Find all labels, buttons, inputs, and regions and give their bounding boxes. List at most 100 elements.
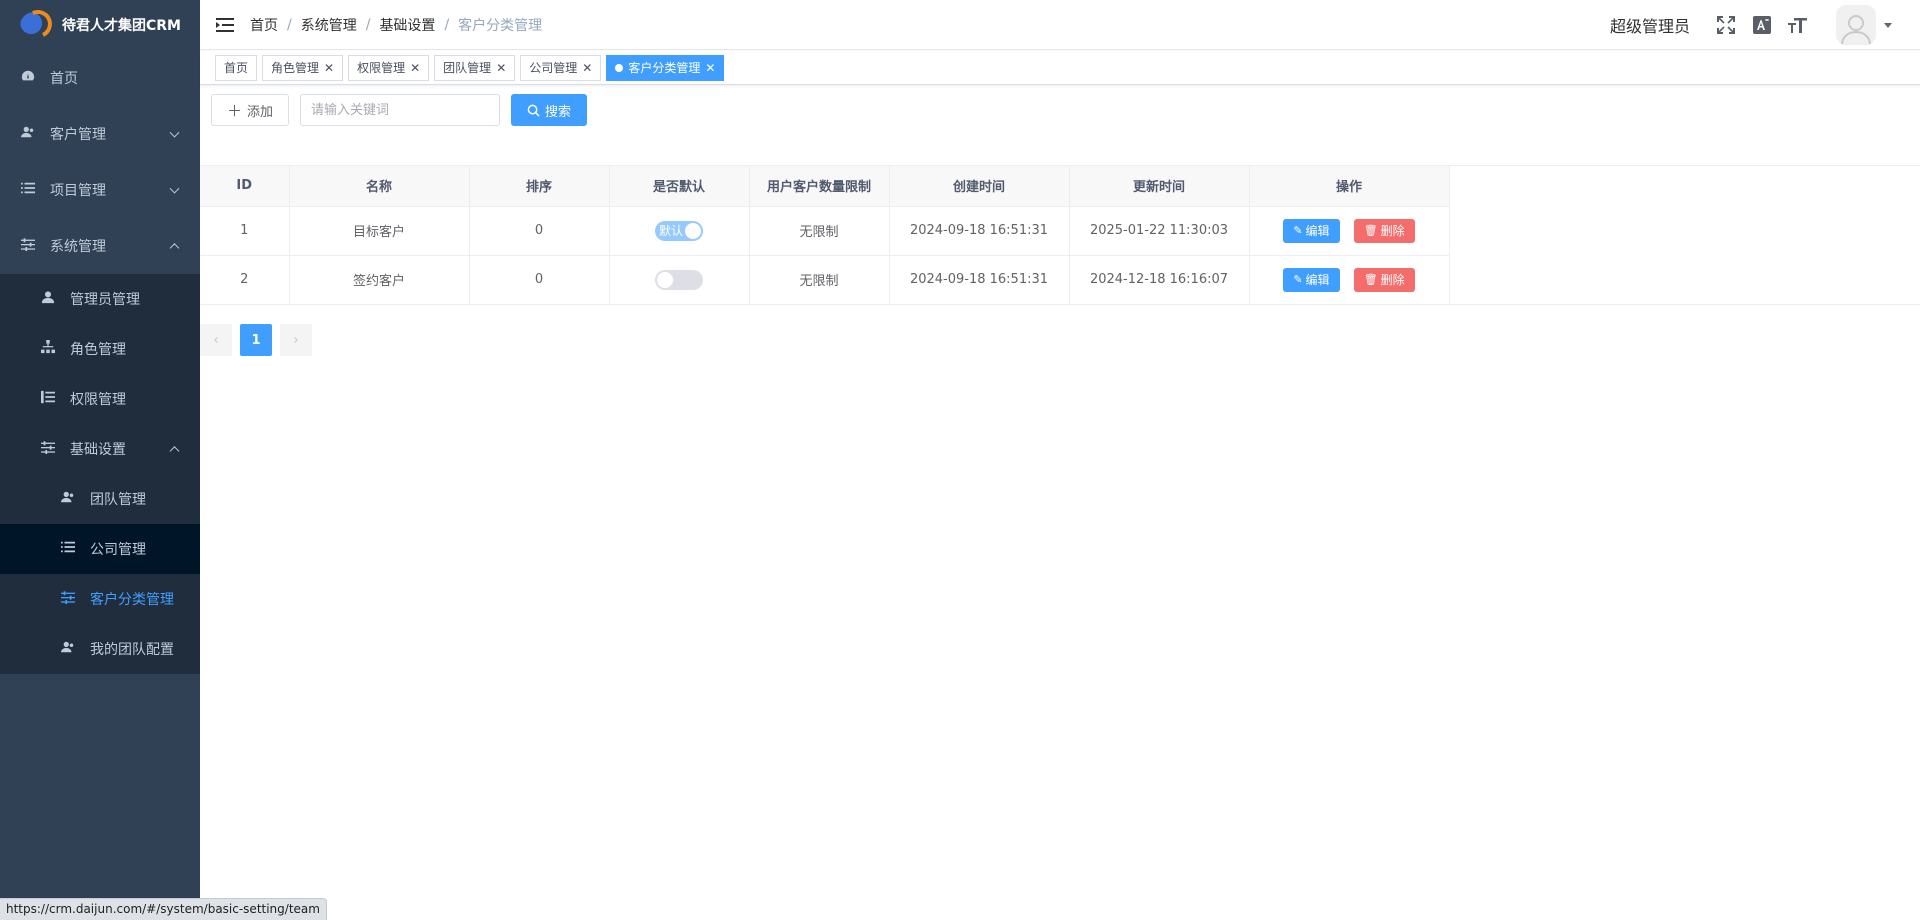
column-header[interactable]: 名称: [289, 166, 470, 207]
header: 首页 / 系统管理 / 基础设置 / 客户分类管理 超级管理员: [200, 0, 1920, 50]
table-row: 1 目标客户 0 默认 无限制 2024-09-18 16:51:31 2025…: [200, 206, 1450, 256]
tag-label: 客户分类管理: [628, 60, 701, 75]
breadcrumb-item[interactable]: 基础设置: [379, 15, 435, 35]
cell-actions: ✎ 编辑 🗑 删除: [1249, 255, 1450, 304]
customers-icon: [20, 125, 36, 143]
caret-down-icon[interactable]: [1884, 22, 1892, 28]
tag-permissions[interactable]: 权限管理 ✕: [348, 54, 430, 81]
close-icon[interactable]: ✕: [324, 56, 334, 80]
close-icon[interactable]: ✕: [410, 56, 420, 80]
sidebar-item-team[interactable]: 团队管理: [0, 474, 200, 524]
sidebar-item-home[interactable]: 首页: [0, 50, 200, 106]
breadcrumb-item[interactable]: 系统管理: [301, 15, 357, 35]
avatar[interactable]: [1836, 5, 1876, 45]
sidebar-item-label: 客户管理: [50, 127, 106, 143]
sidebar-item-admins[interactable]: 管理员管理: [0, 274, 200, 324]
edit-button-label: 编辑: [1305, 224, 1330, 238]
column-header[interactable]: 更新时间: [1069, 166, 1250, 207]
sidebar-item-customers[interactable]: 客户管理: [0, 106, 200, 162]
switch-text: 默认: [659, 223, 684, 238]
column-header[interactable]: 操作: [1249, 166, 1450, 207]
sidebar-item-basic-settings[interactable]: 基础设置: [0, 424, 200, 474]
column-header[interactable]: 用户客户数量限制: [749, 166, 890, 207]
tag-team[interactable]: 团队管理 ✕: [434, 54, 516, 81]
delete-button[interactable]: 🗑 删除: [1353, 218, 1415, 243]
switch-knob: [657, 271, 673, 288]
sidebar-item-label: 客户分类管理: [90, 592, 174, 608]
tree-icon: [40, 340, 56, 358]
breadcrumb-item[interactable]: 首页: [250, 15, 278, 35]
cell-name: 签约客户: [289, 255, 470, 304]
cell-default: 默认: [609, 206, 750, 256]
sidebar-item-permissions[interactable]: 权限管理: [0, 374, 200, 424]
add-button[interactable]: ＋ 添加: [211, 94, 290, 126]
table-row: 2 签约客户 0 无限制 2024-09-18 16:51:31 2024-12…: [200, 255, 1450, 304]
sidebar-item-projects[interactable]: 项目管理: [0, 162, 200, 218]
column-header[interactable]: ID: [200, 166, 290, 207]
column-header[interactable]: 是否默认: [609, 166, 750, 207]
sidebar-item-roles[interactable]: 角色管理: [0, 324, 200, 374]
chevron-down-icon: [169, 127, 180, 138]
close-icon[interactable]: ✕: [582, 56, 592, 80]
hamburger-button[interactable]: [200, 0, 250, 50]
sidebar-item-customer-category[interactable]: 客户分类管理: [0, 574, 200, 624]
prev-page-button[interactable]: ‹: [200, 324, 232, 356]
pagination: ‹ 1 ›: [200, 324, 320, 356]
close-icon[interactable]: ✕: [705, 56, 715, 80]
cell-limit: 无限制: [749, 206, 890, 256]
search-button-label: 搜索: [545, 104, 572, 120]
sidebar-item-label: 系统管理: [50, 239, 106, 255]
edit-button[interactable]: ✎ 编辑: [1283, 267, 1340, 292]
cell-id: 2: [200, 255, 290, 304]
column-header[interactable]: 排序: [469, 166, 610, 207]
chevron-down-icon: [169, 183, 180, 194]
team-icon: [60, 490, 76, 508]
sidebar-item-company[interactable]: 公司管理: [0, 524, 200, 574]
edit-icon: ✎: [1293, 224, 1303, 237]
user-avatar-icon: [1841, 15, 1871, 45]
list-icon: [20, 181, 36, 199]
sliders-icon: [20, 237, 36, 255]
logo-icon: [18, 6, 56, 42]
fullscreen-icon[interactable]: [1716, 15, 1736, 35]
translate-icon[interactable]: [1752, 15, 1772, 35]
sidebar-item-system[interactable]: 系统管理: [0, 218, 200, 274]
cell-id: 1: [200, 206, 290, 256]
team-icon: [60, 640, 76, 658]
tag-label: 角色管理: [271, 60, 320, 75]
tag-label: 权限管理: [357, 60, 406, 75]
permission-icon: [40, 390, 56, 408]
basic-settings-submenu: 团队管理 公司管理 客户分类管理 我的团队配置: [0, 474, 200, 674]
edit-button-label: 编辑: [1305, 273, 1330, 288]
tag-home[interactable]: 首页: [215, 54, 258, 81]
page-number-current[interactable]: 1: [240, 324, 272, 356]
tag-company[interactable]: 公司管理 ✕: [520, 54, 602, 81]
delete-button[interactable]: 🗑 删除: [1353, 267, 1415, 292]
breadcrumb-separator: /: [444, 16, 450, 33]
dashboard-icon: [20, 69, 36, 87]
breadcrumb-separator: /: [365, 16, 371, 33]
next-page-button[interactable]: ›: [280, 324, 312, 356]
cell-name: 目标客户: [289, 206, 470, 256]
cell-created: 2024-09-18 16:51:31: [889, 255, 1070, 304]
browser-status-url: https://crm.daijun.com/#/system/basic-se…: [0, 898, 327, 920]
default-switch[interactable]: [655, 269, 703, 290]
close-icon[interactable]: ✕: [496, 56, 506, 80]
tag-customer-category[interactable]: 客户分类管理 ✕: [606, 54, 725, 81]
tags-view: 首页 角色管理 ✕ 权限管理 ✕ 团队管理 ✕ 公司管理 ✕ 客户分类管理 ✕: [200, 51, 1920, 85]
search-button[interactable]: 搜索: [511, 94, 588, 126]
edit-icon: ✎: [1293, 273, 1303, 287]
username: 超级管理员: [1609, 17, 1690, 36]
app-logo[interactable]: 待君人才集团CRM: [0, 0, 200, 50]
cell-updated: 2024-12-18 16:16:07: [1069, 255, 1250, 304]
sidebar-item-my-team-config[interactable]: 我的团队配置: [0, 624, 200, 674]
sliders-icon: [40, 440, 56, 458]
default-switch[interactable]: 默认: [655, 220, 703, 241]
font-size-icon[interactable]: [1788, 15, 1808, 35]
search-input[interactable]: [300, 94, 501, 126]
tag-roles[interactable]: 角色管理 ✕: [262, 54, 344, 81]
search-icon: [527, 104, 540, 117]
column-header[interactable]: 创建时间: [889, 166, 1070, 207]
list-icon: [60, 540, 76, 558]
edit-button[interactable]: ✎ 编辑: [1283, 218, 1340, 243]
